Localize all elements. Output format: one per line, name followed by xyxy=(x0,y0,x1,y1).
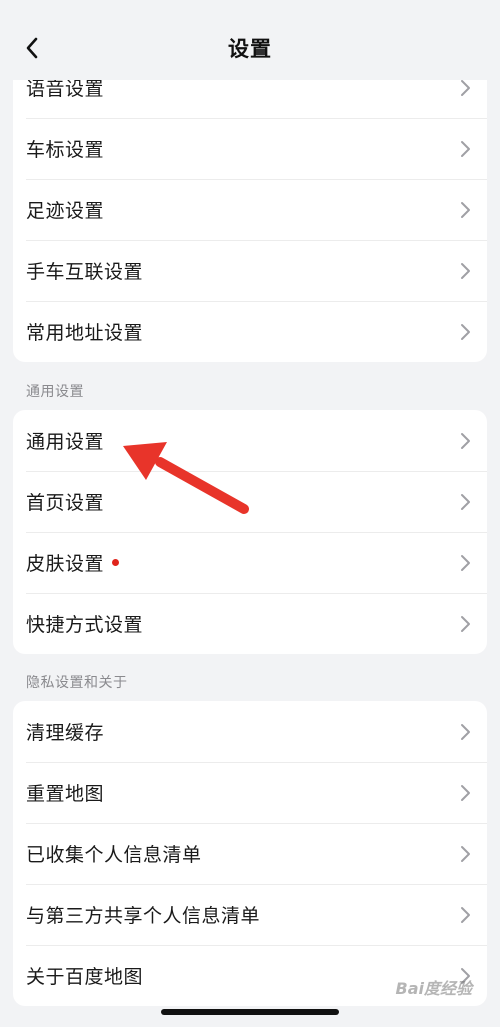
list-item-label: 快捷方式设置 xyxy=(26,614,144,636)
list-item-general-settings[interactable]: 通用设置 xyxy=(13,410,487,471)
list-item-skin-settings[interactable]: 皮肤设置 xyxy=(13,532,487,593)
list-item-collected-info-list[interactable]: 已收集个人信息清单 xyxy=(13,823,487,884)
skin-settings-text: 皮肤设置 xyxy=(26,553,105,575)
list-item-label: 皮肤设置 xyxy=(26,549,120,576)
list-item-shortcut-settings[interactable]: 快捷方式设置 xyxy=(13,593,487,654)
list-item-label: 与第三方共享个人信息清单 xyxy=(26,905,261,927)
chevron-right-icon xyxy=(461,554,470,571)
new-badge-dot xyxy=(112,559,120,566)
chevron-right-icon xyxy=(461,262,470,279)
chevron-right-icon xyxy=(461,323,470,340)
list-item-label: 足迹设置 xyxy=(26,200,105,222)
chevron-right-icon xyxy=(461,201,470,218)
list-item-common-address-settings[interactable]: 常用地址设置 xyxy=(13,301,487,362)
chevron-right-icon xyxy=(461,845,470,862)
chevron-right-icon xyxy=(461,906,470,923)
list-item-clear-cache[interactable]: 清理缓存 xyxy=(13,701,487,762)
chevron-right-icon xyxy=(461,432,470,449)
chevron-right-icon xyxy=(461,79,470,96)
baidu-jingyan-watermark: Bai度经验 xyxy=(395,979,472,998)
chevron-right-icon xyxy=(461,493,470,510)
chevron-right-icon xyxy=(461,140,470,157)
nav-header: 设置 xyxy=(0,0,500,80)
list-item-label: 清理缓存 xyxy=(26,722,105,744)
settings-card-privacy: 清理缓存 重置地图 已收集个人信息清单 与第三方共享个人信息清单 关于百度地图 xyxy=(13,701,487,1006)
chevron-right-icon xyxy=(461,615,470,632)
list-item-car-icon-settings[interactable]: 车标设置 xyxy=(13,118,487,179)
list-item-third-party-sharing-list[interactable]: 与第三方共享个人信息清单 xyxy=(13,884,487,945)
page-title: 设置 xyxy=(228,37,272,61)
list-item-label: 通用设置 xyxy=(26,431,105,453)
list-item-label: 重置地图 xyxy=(26,783,105,805)
section-title-general: 通用设置 xyxy=(26,384,84,400)
settings-card-general: 通用设置 首页设置 皮肤设置 快捷方式设置 xyxy=(13,410,487,654)
list-item-label: 关于百度地图 xyxy=(26,966,144,988)
home-indicator[interactable] xyxy=(161,1009,339,1015)
list-item-footprint-settings[interactable]: 足迹设置 xyxy=(13,179,487,240)
section-title-privacy: 隐私设置和关于 xyxy=(26,675,128,691)
list-item-homepage-settings[interactable]: 首页设置 xyxy=(13,471,487,532)
list-item-reset-map[interactable]: 重置地图 xyxy=(13,762,487,823)
settings-card-map: 语音设置 车标设置 足迹设置 手车互联设置 常用地址设置 xyxy=(13,57,487,362)
list-item-label: 手车互联设置 xyxy=(26,261,144,283)
chevron-right-icon xyxy=(461,784,470,801)
list-item-label: 常用地址设置 xyxy=(26,322,144,344)
list-item-label: 已收集个人信息清单 xyxy=(26,844,202,866)
list-item-label: 车标设置 xyxy=(26,139,105,161)
list-item-label: 首页设置 xyxy=(26,492,105,514)
list-item-phone-car-link-settings[interactable]: 手车互联设置 xyxy=(13,240,487,301)
chevron-right-icon xyxy=(461,723,470,740)
